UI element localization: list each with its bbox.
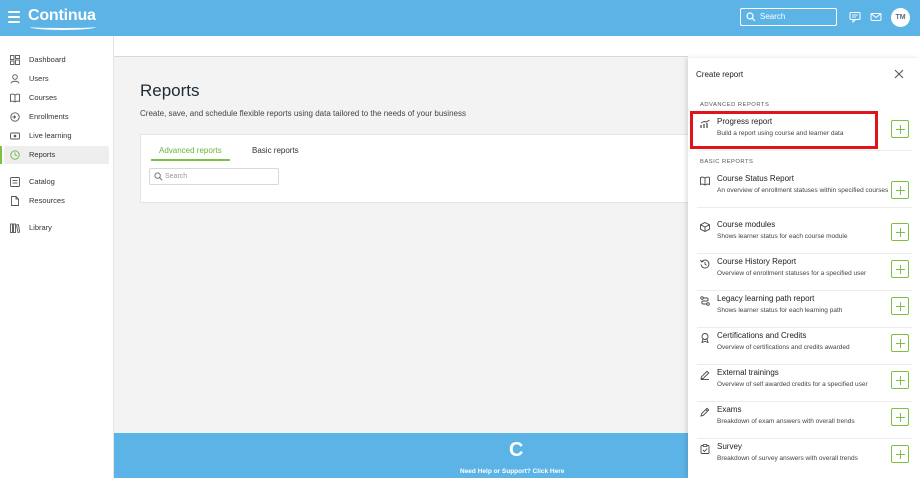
- sidebar-item-label: Users: [29, 74, 49, 83]
- report-name: External trainings: [717, 368, 779, 377]
- report-name: Course History Report: [717, 257, 797, 266]
- report-item-certifications[interactable]: Certifications and Credits Overview of c…: [697, 328, 912, 365]
- award-icon: [701, 333, 709, 343]
- add-survey-button[interactable]: [891, 445, 909, 463]
- main-content: Reports Create, save, and schedule flexi…: [114, 36, 700, 478]
- top-bar: Continua Search TM: [0, 0, 920, 36]
- reports-icon: [10, 150, 20, 160]
- search-placeholder: Search: [760, 12, 786, 21]
- report-item-course-status[interactable]: Course Status Report An overview of enro…: [697, 171, 912, 208]
- dashboard-icon: [10, 55, 20, 65]
- add-course-modules-button[interactable]: [891, 223, 909, 241]
- page-title: Reports: [140, 81, 200, 100]
- cube-icon: [700, 222, 710, 232]
- sidebar-item-label: Courses: [29, 93, 57, 102]
- tab-basic-reports[interactable]: Basic reports: [252, 143, 299, 161]
- add-course-status-report-button[interactable]: [891, 181, 909, 199]
- file-icon: [11, 196, 19, 206]
- report-item-exams[interactable]: Exams Breakdown of exam answers with ove…: [697, 402, 912, 439]
- tab-advanced-reports[interactable]: Advanced reports: [151, 143, 230, 161]
- report-item-legacy-learning-path[interactable]: Legacy learning path report Shows learne…: [697, 291, 912, 328]
- chat-icon[interactable]: [849, 11, 861, 23]
- sidebar-item-catalog[interactable]: Catalog: [4, 173, 109, 191]
- history-icon: [700, 259, 710, 269]
- report-description: An overview of enrollment statuses withi…: [717, 187, 889, 194]
- search-icon: [154, 172, 163, 181]
- reports-search-input[interactable]: Search: [149, 168, 279, 185]
- sidebar-item-users[interactable]: Users: [4, 70, 109, 88]
- sidebar-item-label: Resources: [29, 196, 65, 205]
- add-legacy-learning-path-button[interactable]: [891, 297, 909, 315]
- report-description: Overview of self awarded credits for a s…: [717, 381, 868, 388]
- basic-reports-header: BASIC REPORTS: [700, 159, 754, 165]
- live-icon: [10, 132, 20, 140]
- sidebar-item-label: Library: [29, 223, 52, 232]
- help-link[interactable]: Need Help or Support? Click Here: [460, 468, 564, 475]
- report-description: Breakdown of exam answers with overall t…: [717, 418, 855, 425]
- report-description: Breakdown of survey answers with overall…: [717, 455, 858, 462]
- menu-icon[interactable]: [8, 11, 20, 23]
- page-description: Create, save, and schedule flexible repo…: [140, 109, 466, 118]
- sidebar-item-live-learning[interactable]: Live learning: [4, 127, 109, 145]
- sidebar-item-courses[interactable]: Courses: [4, 89, 109, 107]
- report-name: Legacy learning path report: [717, 294, 815, 303]
- sidebar-item-label: Reports: [29, 150, 56, 159]
- sidebar-item-label: Catalog: [29, 177, 55, 186]
- report-item-course-modules[interactable]: Course modules Shows learner status for …: [697, 217, 912, 254]
- highlight-annotation: [690, 111, 878, 149]
- report-description: Shows learner status for each course mod…: [717, 233, 848, 240]
- user-icon: [10, 74, 20, 84]
- report-name: Survey: [717, 442, 742, 451]
- path-icon: [700, 296, 710, 306]
- pencil-icon: [700, 370, 710, 380]
- footer-banner: C Need Help or Support? Click Here: [114, 433, 688, 478]
- sidebar: Dashboard Users Courses Enrollments Live…: [0, 36, 114, 478]
- logo[interactable]: Continua: [28, 7, 96, 30]
- sidebar-item-enrollments[interactable]: Enrollments: [4, 108, 109, 126]
- report-name: Exams: [717, 405, 742, 414]
- close-icon[interactable]: [893, 68, 905, 80]
- advanced-reports-header: ADVANCED REPORTS: [700, 102, 770, 108]
- report-description: Overview of enrollment statuses for a sp…: [717, 270, 867, 277]
- logo-text: Continua: [28, 7, 96, 24]
- report-name: Certifications and Credits: [717, 331, 807, 340]
- report-name: Course Status Report: [717, 174, 794, 183]
- footer-logo: C: [509, 439, 524, 461]
- sidebar-item-resources[interactable]: Resources: [4, 192, 109, 210]
- library-icon: [10, 223, 20, 233]
- search-icon: [746, 12, 756, 22]
- catalog-icon: [10, 177, 20, 187]
- report-name: Course modules: [717, 220, 776, 229]
- sidebar-item-label: Live learning: [29, 131, 72, 140]
- book-icon: [700, 176, 710, 186]
- sidebar-item-label: Dashboard: [29, 55, 66, 64]
- add-external-trainings-button[interactable]: [891, 371, 909, 389]
- mail-icon[interactable]: [870, 11, 882, 23]
- avatar[interactable]: TM: [891, 8, 910, 27]
- add-certifications-button[interactable]: [891, 334, 909, 352]
- pen-icon: [700, 407, 710, 417]
- report-item-external-trainings[interactable]: External trainings Overview of self awar…: [697, 365, 912, 402]
- report-item-survey[interactable]: Survey Breakdown of survey answers with …: [697, 439, 912, 476]
- sidebar-item-library[interactable]: Library: [4, 219, 109, 237]
- add-progress-report-button[interactable]: [891, 120, 909, 138]
- enroll-icon: [10, 112, 20, 122]
- sidebar-item-reports[interactable]: Reports: [0, 146, 109, 164]
- report-description: Shows learner status for each learning p…: [717, 307, 843, 314]
- add-exams-button[interactable]: [891, 408, 909, 426]
- search-placeholder: Search: [165, 173, 188, 180]
- report-item-course-history[interactable]: Course History Report Overview of enroll…: [697, 254, 912, 291]
- book-icon: [10, 93, 20, 103]
- sub-header: [114, 36, 688, 57]
- reports-card: Advanced reports Basic reports Search: [140, 134, 700, 203]
- add-course-history-report-button[interactable]: [891, 260, 909, 278]
- clipboard-icon: [700, 444, 710, 454]
- report-description: Overview of certifications and credits a…: [717, 344, 850, 351]
- sidebar-item-label: Enrollments: [29, 112, 69, 121]
- panel-title: Create report: [696, 70, 744, 79]
- sidebar-item-dashboard[interactable]: Dashboard: [4, 51, 109, 69]
- global-search-input[interactable]: Search: [740, 8, 837, 26]
